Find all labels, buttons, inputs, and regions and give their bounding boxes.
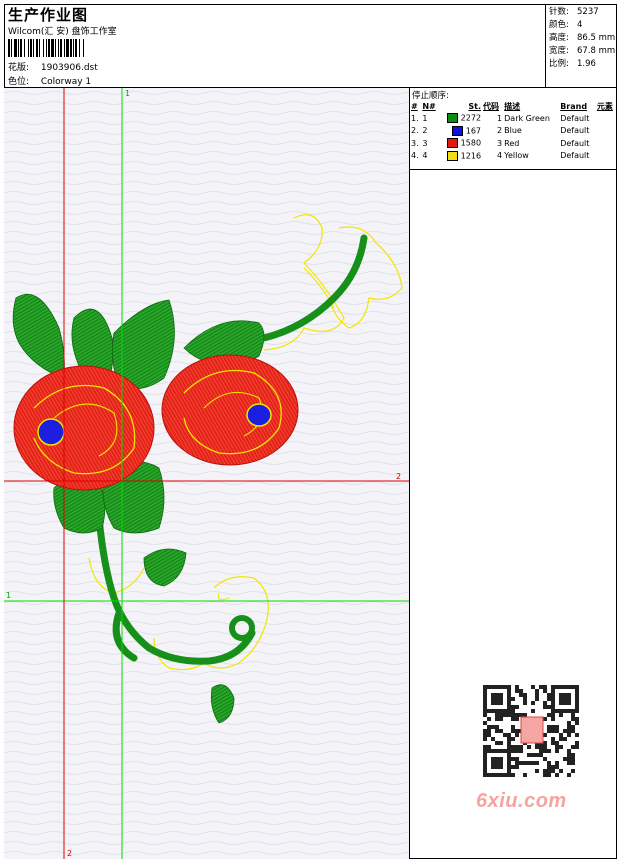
rose-right <box>161 354 299 466</box>
stop-sequence-panel: 停止顺序: # N# St. 代码 描述 Brand 元素 1. 1 2272 1 Da… <box>410 88 617 859</box>
rose-right-center <box>246 403 272 427</box>
rose-left-center <box>37 418 65 446</box>
stop-sequence-table: # N# St. 代码 描述 Brand 元素 1. 1 2272 1 Dark Gre… <box>410 100 617 162</box>
stitch-count: 1216 <box>460 151 482 161</box>
stitch-count: 1580 <box>460 138 482 148</box>
studio-name: Wilcom(汇 安) 盘饰工作室 <box>8 27 117 37</box>
stitch-count: 167 <box>465 126 482 136</box>
design-specs: 针数: 5237 颜色: 4 高度: 86.5 mm 宽度: 67.8 mm 比例: 1.… <box>546 4 617 88</box>
embroidery-design: 1 1 2 2 <box>4 88 409 859</box>
guide-red-v-label: 2 <box>67 849 72 858</box>
qr-code-image <box>483 685 579 777</box>
table-row: 3. 3 1580 3 Red Default <box>411 138 590 149</box>
colorway-row: 色位: Colorway 1 <box>8 74 91 87</box>
spec-stitches: 针数: 5237 <box>549 7 599 17</box>
spec-colors: 颜色: 4 <box>549 20 583 30</box>
table-header-row: # N# St. 代码 描述 Brand 元素 <box>411 101 613 111</box>
spec-height: 高度: 86.5 mm <box>549 33 616 43</box>
design-name-value: 1903906.dst <box>40 63 98 73</box>
rose-left <box>13 365 155 491</box>
qr-code <box>478 683 584 779</box>
page-title: 生产作业图 <box>8 6 89 24</box>
header-info: 生产作业图 Wilcom(汇 安) 盘饰工作室 花版: 1903906.dst … <box>4 4 546 88</box>
color-swatch <box>446 113 458 124</box>
color-swatch <box>446 138 458 149</box>
stitch-count: 2272 <box>460 113 482 123</box>
table-row: 4. 4 1216 4 Yellow Default <box>411 150 590 161</box>
barcode <box>8 39 146 57</box>
spec-width: 宽度: 67.8 mm <box>549 46 616 56</box>
design-name-row: 花版: 1903906.dst <box>8 60 98 73</box>
watermark-logo: 6xiu.com <box>476 790 567 812</box>
colorway-value: Colorway 1 <box>40 77 92 87</box>
color-swatch <box>446 150 458 161</box>
spec-scale: 比例: 1.96 <box>549 59 596 69</box>
color-swatch <box>451 125 463 136</box>
guide-green-v-label: 1 <box>125 89 130 98</box>
colorway-label: 色位: <box>8 77 30 87</box>
stop-sequence-box: 停止顺序: # N# St. 代码 描述 Brand 元素 1. 1 2272 1 Da… <box>410 88 617 170</box>
guide-red-h-label: 2 <box>396 472 401 481</box>
embroidery-preview: 1 1 2 2 <box>4 88 410 859</box>
guide-green-h-label: 1 <box>6 591 11 600</box>
design-name-label: 花版: <box>8 63 30 73</box>
table-row: 2. 2 167 2 Blue Default <box>411 125 590 136</box>
table-row: 1. 1 2272 1 Dark Green Default <box>411 113 590 124</box>
